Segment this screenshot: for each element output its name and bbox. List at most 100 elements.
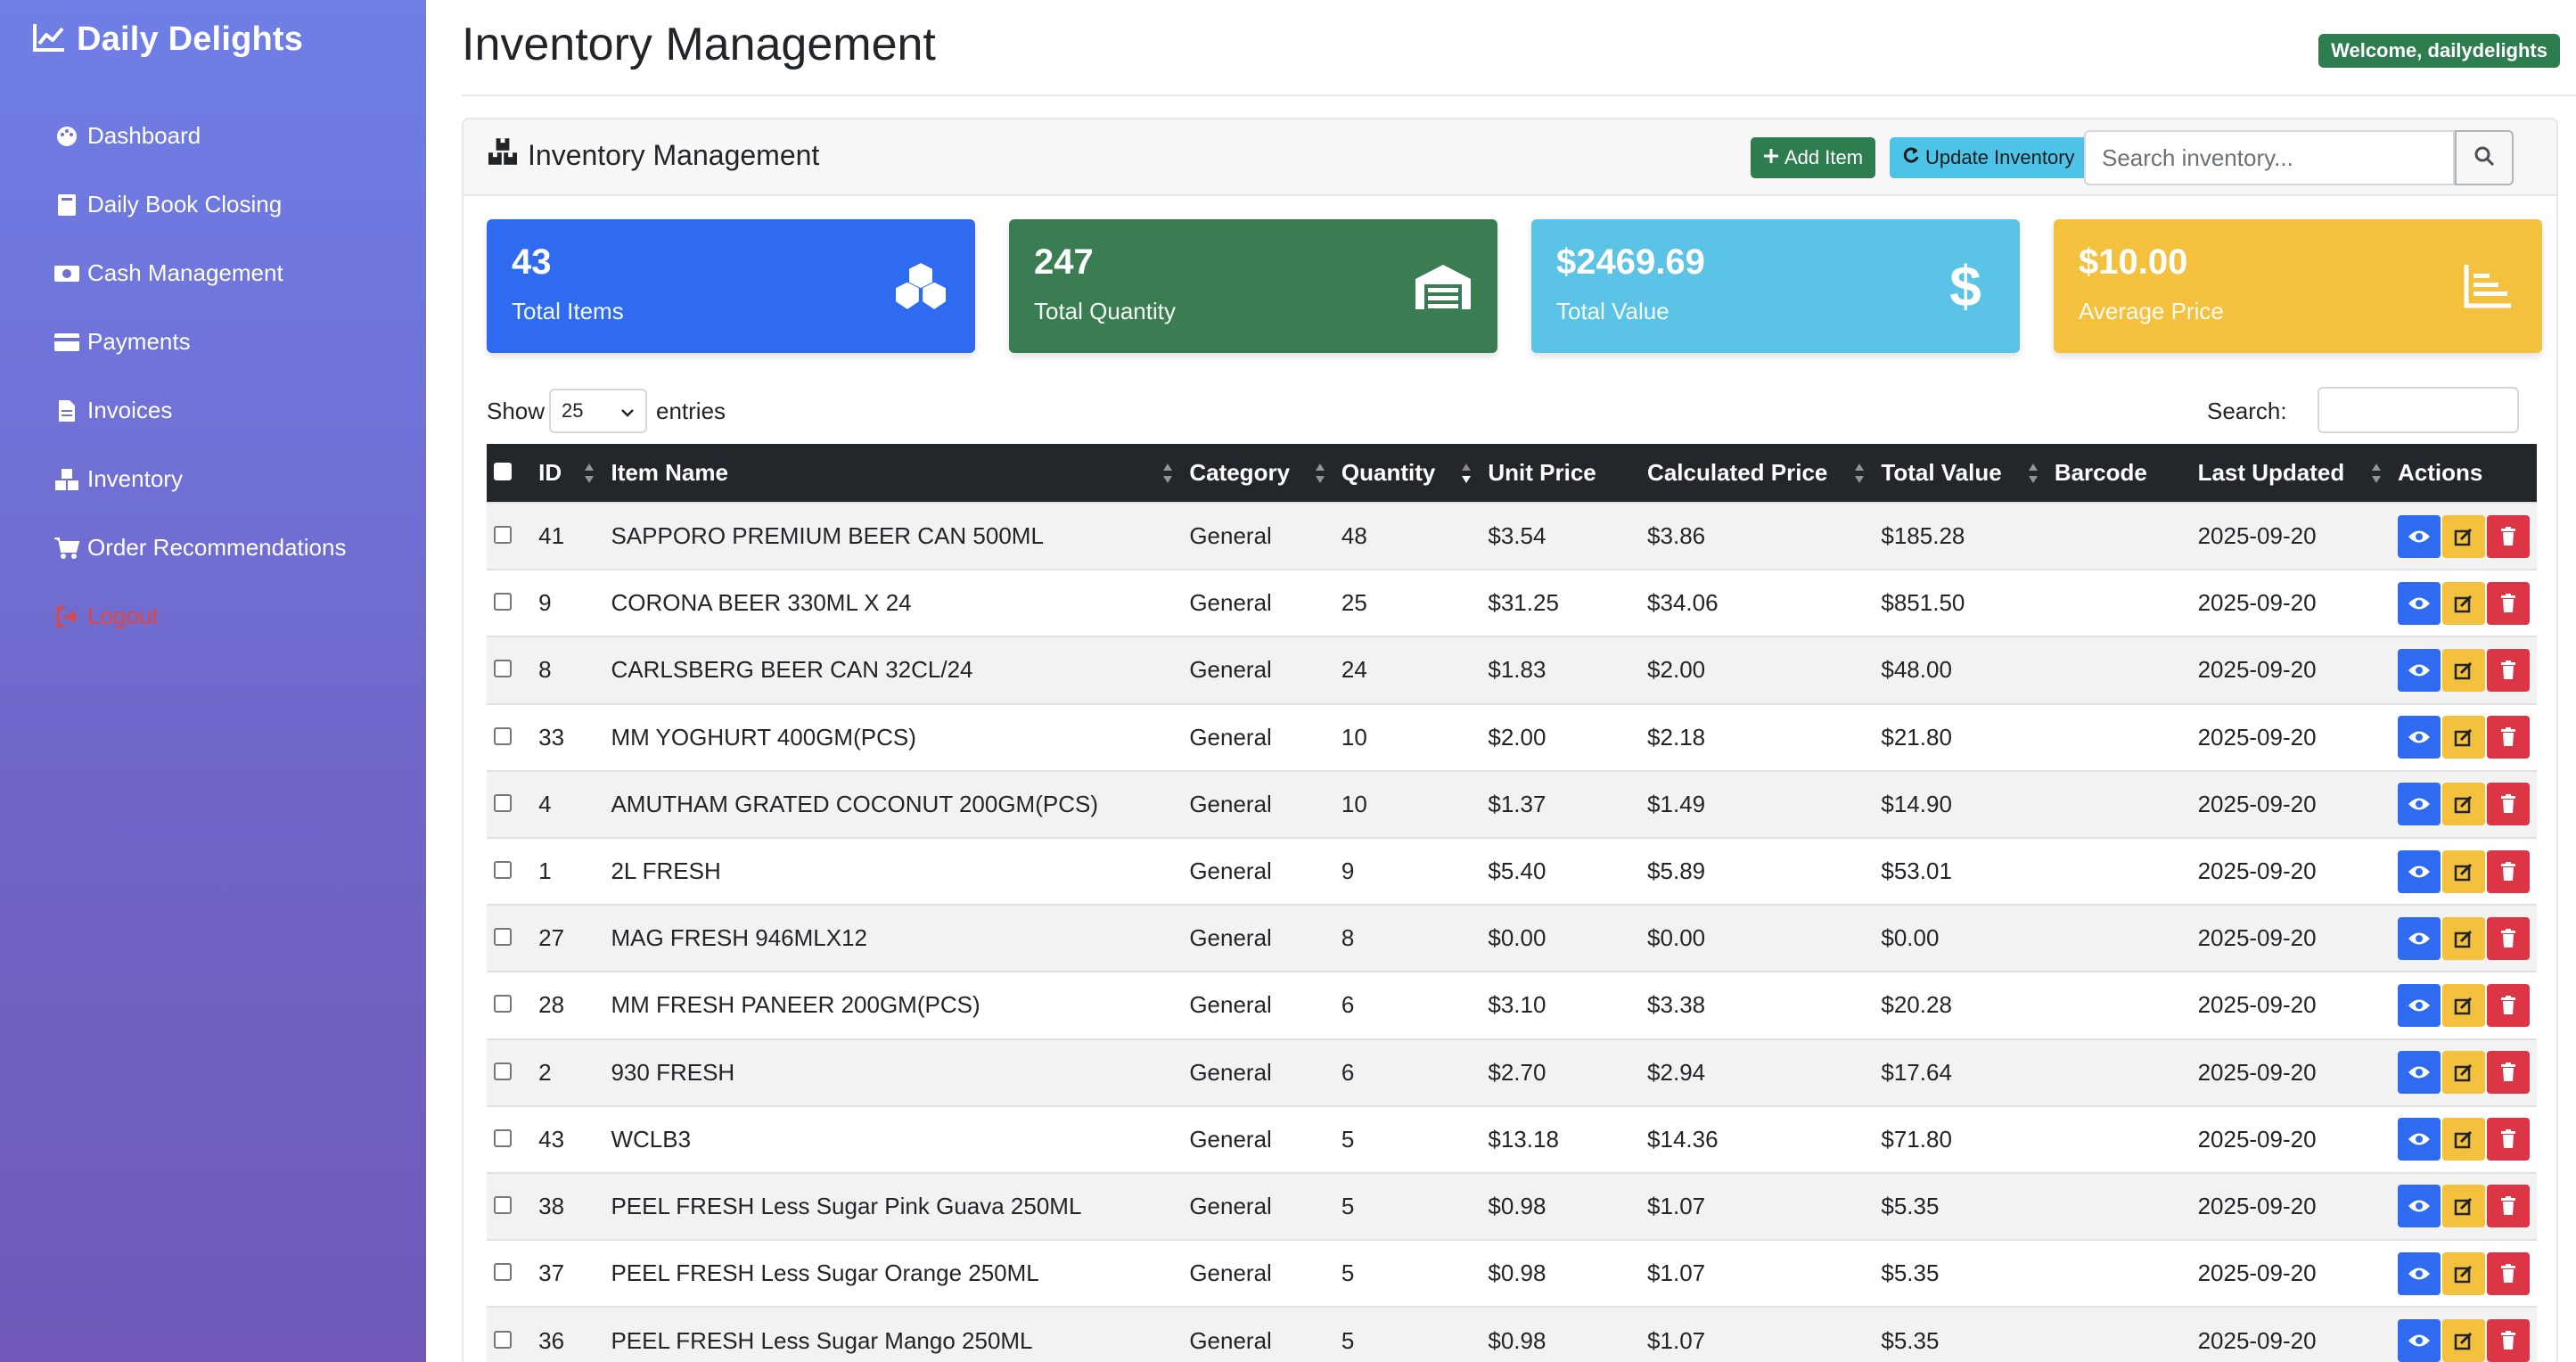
edit-button[interactable]: [2442, 648, 2485, 692]
delete-button[interactable]: [2487, 1185, 2530, 1228]
row-checkbox[interactable]: [494, 1330, 512, 1349]
search-input[interactable]: Search inventory...: [2084, 130, 2455, 185]
cell-barcode: [2047, 972, 2191, 1038]
view-button[interactable]: [2398, 716, 2441, 759]
row-checkbox[interactable]: [494, 660, 512, 678]
cell-qty: 25: [1341, 589, 1367, 617]
row-checkbox[interactable]: [494, 1062, 512, 1080]
cell-updated: 2025-09-20: [2197, 1259, 2317, 1287]
sidebar-item-invoices[interactable]: Invoices: [53, 376, 346, 445]
edit-button[interactable]: [2442, 716, 2485, 759]
chart-line-icon: [32, 22, 66, 57]
edit-button[interactable]: [2442, 983, 2485, 1027]
row-checkbox[interactable]: [494, 861, 512, 880]
delete-button[interactable]: [2487, 916, 2530, 960]
table-search-input[interactable]: [2318, 387, 2519, 433]
row-checkbox[interactable]: [494, 726, 512, 745]
delete-button[interactable]: [2487, 581, 2530, 625]
sidebar-item-cash-management[interactable]: Cash Management: [53, 239, 346, 308]
view-button[interactable]: [2398, 581, 2441, 625]
cell-actions: [2391, 503, 2537, 570]
edit-button[interactable]: [2442, 1319, 2485, 1362]
delete-button[interactable]: [2487, 1118, 2530, 1161]
brand[interactable]: Daily Delights: [32, 16, 303, 62]
boxes-icon: [53, 466, 80, 493]
column-header-category[interactable]: Category: [1182, 444, 1334, 503]
cell-updated: 2025-09-20: [2197, 723, 2317, 751]
sidebar-item-dashboard[interactable]: Dashboard: [53, 102, 346, 170]
view-button[interactable]: [2398, 1251, 2441, 1295]
entries-select[interactable]: 25: [549, 389, 647, 433]
column-header-last-updated[interactable]: Last Updated: [2191, 444, 2391, 503]
cell-actions: [2391, 905, 2537, 972]
view-button[interactable]: [2398, 1185, 2441, 1228]
delete-button[interactable]: [2487, 1051, 2530, 1095]
row-checkbox[interactable]: [494, 995, 512, 1013]
row-checkbox[interactable]: [494, 1128, 512, 1147]
sidebar-item-daily-book-closing[interactable]: Daily Book Closing: [53, 170, 346, 239]
column-header-quantity[interactable]: Quantity: [1334, 444, 1481, 503]
sidebar-item-logout[interactable]: Logout: [53, 582, 346, 651]
row-checkbox[interactable]: [494, 1195, 512, 1214]
column-header-calculated-price[interactable]: Calculated Price: [1640, 444, 1874, 503]
view-button[interactable]: [2398, 916, 2441, 960]
add-item-button[interactable]: Add Item: [1751, 137, 1876, 178]
delete-button[interactable]: [2487, 514, 2530, 558]
sidebar-item-order-recommendations[interactable]: Order Recommendations: [53, 513, 346, 582]
cell-name: PEEL FRESH Less Sugar Orange 250ML: [611, 1259, 1039, 1287]
sidebar-item-inventory[interactable]: Inventory: [53, 445, 346, 513]
view-button[interactable]: [2398, 1319, 2441, 1362]
delete-button[interactable]: [2487, 783, 2530, 826]
column-header-total-value[interactable]: Total Value: [1874, 444, 2047, 503]
row-checkbox[interactable]: [494, 1263, 512, 1282]
edit-button[interactable]: [2442, 581, 2485, 625]
delete-button[interactable]: [2487, 1251, 2530, 1295]
cell-calc: $14.36: [1647, 1125, 1719, 1153]
edit-button[interactable]: [2442, 1118, 2485, 1161]
cell-actions: [2391, 1307, 2537, 1362]
view-button[interactable]: [2398, 648, 2441, 692]
row-checkbox[interactable]: [494, 793, 512, 812]
edit-button[interactable]: [2442, 1185, 2485, 1228]
column-header-barcode[interactable]: Barcode: [2047, 444, 2191, 503]
view-button[interactable]: [2398, 983, 2441, 1027]
edit-icon: [2454, 528, 2473, 546]
delete-button[interactable]: [2487, 849, 2530, 893]
view-button[interactable]: [2398, 783, 2441, 826]
edit-button[interactable]: [2442, 514, 2485, 558]
eye-icon: [2408, 866, 2430, 878]
column-header-item-name[interactable]: Item Name: [603, 444, 1182, 503]
cell-qty: 10: [1341, 723, 1367, 751]
stat-total-value: $2469.69 Total Value $: [1531, 219, 2020, 353]
cell-total: $53.01: [1881, 857, 1952, 885]
edit-button[interactable]: [2442, 1051, 2485, 1095]
row-checkbox[interactable]: [494, 593, 512, 611]
row-checkbox[interactable]: [494, 526, 512, 545]
edit-button[interactable]: [2442, 849, 2485, 893]
table-row: 8 CARLSBERG BEER CAN 32CL/24 General 24 $1.8…: [487, 636, 2537, 704]
boxes-icon: [890, 255, 952, 317]
view-button[interactable]: [2398, 514, 2441, 558]
select-all-checkbox[interactable]: [494, 463, 512, 480]
view-button[interactable]: [2398, 1051, 2441, 1095]
edit-button[interactable]: [2442, 1251, 2485, 1295]
sidebar-item-payments[interactable]: Payments: [53, 308, 346, 376]
trash-icon: [2501, 1331, 2515, 1350]
delete-button[interactable]: [2487, 983, 2530, 1027]
cell-actions: [2391, 636, 2537, 703]
search-button[interactable]: [2455, 130, 2514, 185]
edit-button[interactable]: [2442, 783, 2485, 826]
view-button[interactable]: [2398, 1118, 2441, 1161]
view-button[interactable]: [2398, 849, 2441, 893]
update-inventory-button[interactable]: Update Inventory: [1890, 137, 2088, 178]
sidebar-item-label: Invoices: [87, 397, 173, 423]
delete-button[interactable]: [2487, 1319, 2530, 1362]
delete-button[interactable]: [2487, 648, 2530, 692]
eye-icon: [2408, 731, 2430, 743]
row-checkbox[interactable]: [494, 928, 512, 947]
column-header-unit-price[interactable]: Unit Price: [1481, 444, 1640, 503]
column-header-id[interactable]: ID: [531, 444, 603, 503]
row-select-cell: [487, 636, 531, 703]
delete-button[interactable]: [2487, 716, 2530, 759]
edit-button[interactable]: [2442, 916, 2485, 960]
